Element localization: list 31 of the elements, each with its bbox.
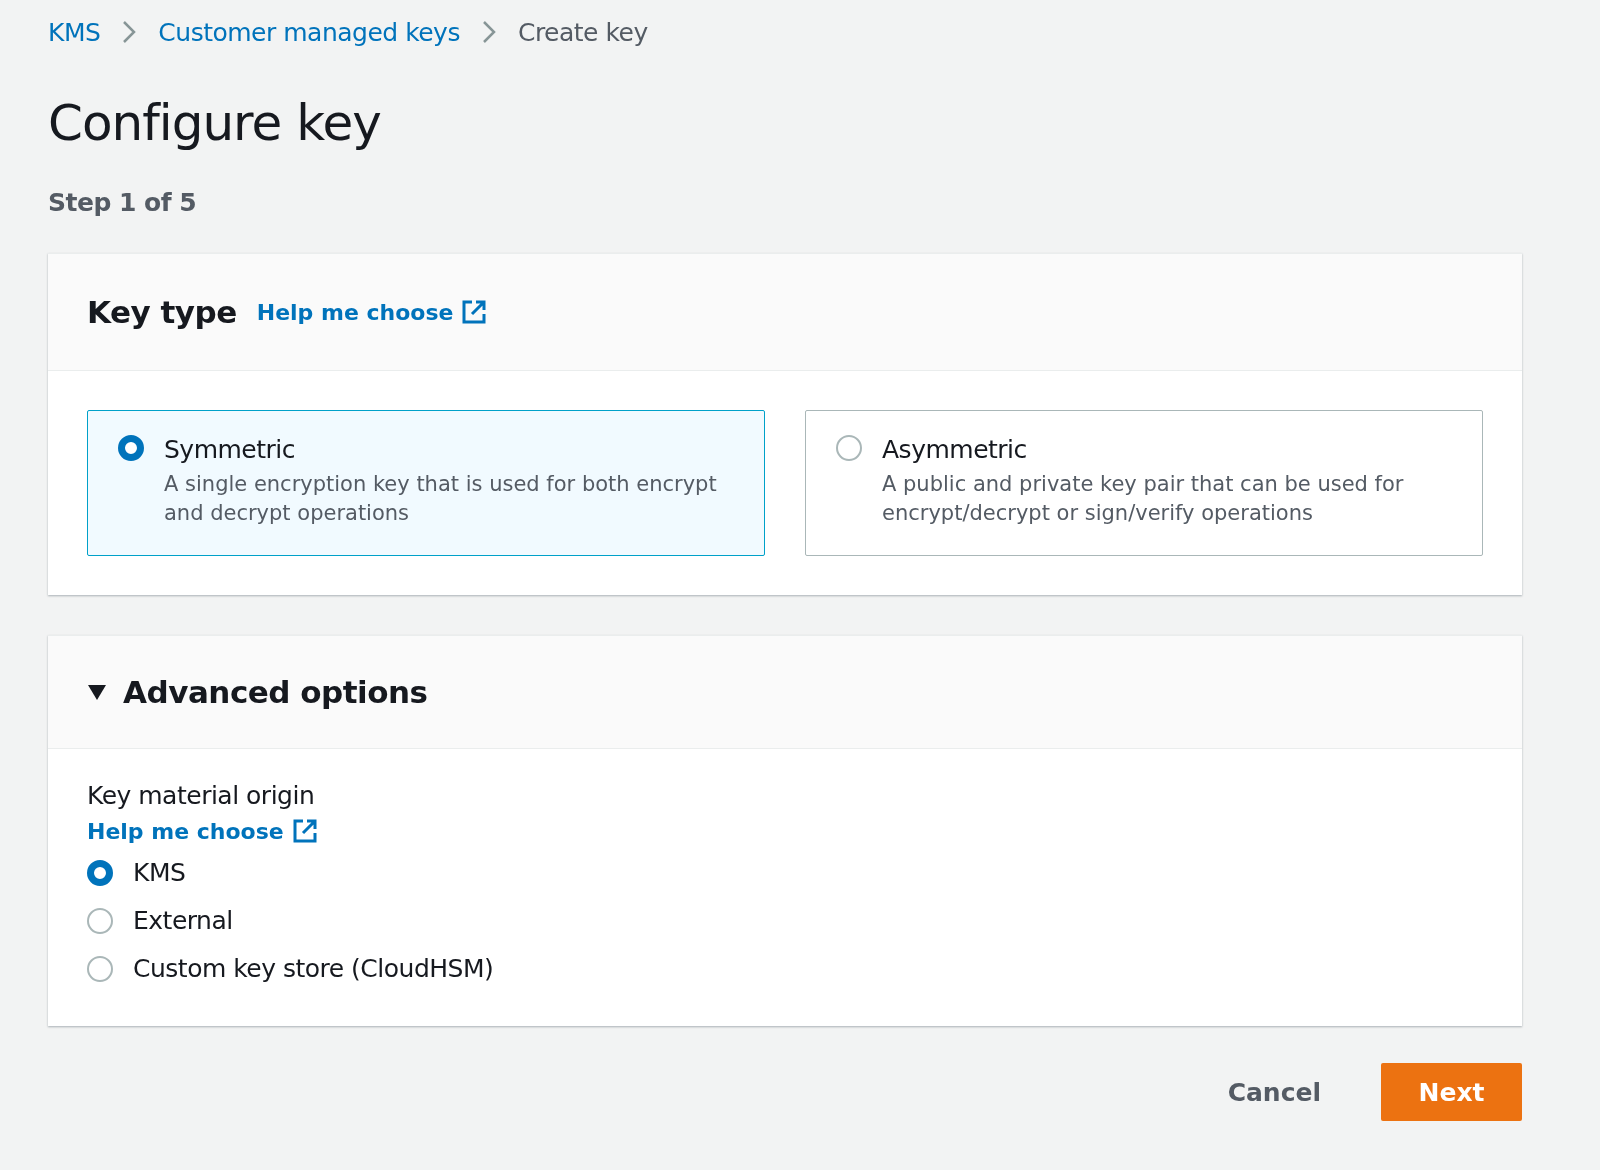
external-link-icon	[291, 818, 318, 844]
external-link-icon	[461, 299, 488, 325]
radio-button[interactable]	[87, 860, 113, 886]
step-indicator: Step 1 of 5	[48, 188, 198, 217]
radio-label: KMS	[133, 858, 186, 888]
chevron-icon	[122, 20, 137, 44]
next-button[interactable]: Next	[1381, 1063, 1522, 1121]
option-description: A single encryption key that is used for both encrypt and decrypt operations	[164, 471, 718, 527]
radio-button[interactable]	[836, 435, 862, 461]
section-toggle[interactable]: Advanced options	[123, 674, 428, 710]
option-description: A public and private key pair that can be used for encrypt/decrypt or sign/verify operations	[882, 471, 1405, 527]
radio-label: External	[133, 906, 233, 936]
breadcrumb-current: Create key	[517, 17, 648, 47]
radio-button[interactable]	[87, 956, 113, 982]
option-label: Symmetric	[164, 435, 297, 464]
breadcrumb-link[interactable]: Customer managed keys	[158, 17, 460, 47]
key-type-option[interactable]: Asymmetric A public and private key pair that can be used for encrypt/decrypt or sign/verify operations	[805, 410, 1483, 556]
radio-button[interactable]	[118, 435, 144, 461]
radio-label: Custom key store (CloudHSM)	[133, 954, 494, 984]
key-type-option[interactable]: Symmetric A single encryption key that is used for both encrypt and decrypt operations	[87, 410, 765, 556]
cancel-button[interactable]: Cancel	[1207, 1063, 1341, 1121]
radio-button[interactable]	[87, 908, 113, 934]
caret-icon[interactable]	[87, 682, 107, 702]
help-link[interactable]: Help me choose	[87, 818, 318, 844]
breadcrumb-link[interactable]: KMS	[48, 17, 101, 47]
option-label: Asymmetric	[882, 435, 1028, 464]
help-link[interactable]: Help me choose	[256, 299, 488, 325]
field-label: Key material origin	[87, 781, 316, 810]
page-title: Configure key	[48, 98, 382, 148]
panel-title: Key type	[87, 294, 237, 330]
chevron-icon	[481, 20, 496, 44]
